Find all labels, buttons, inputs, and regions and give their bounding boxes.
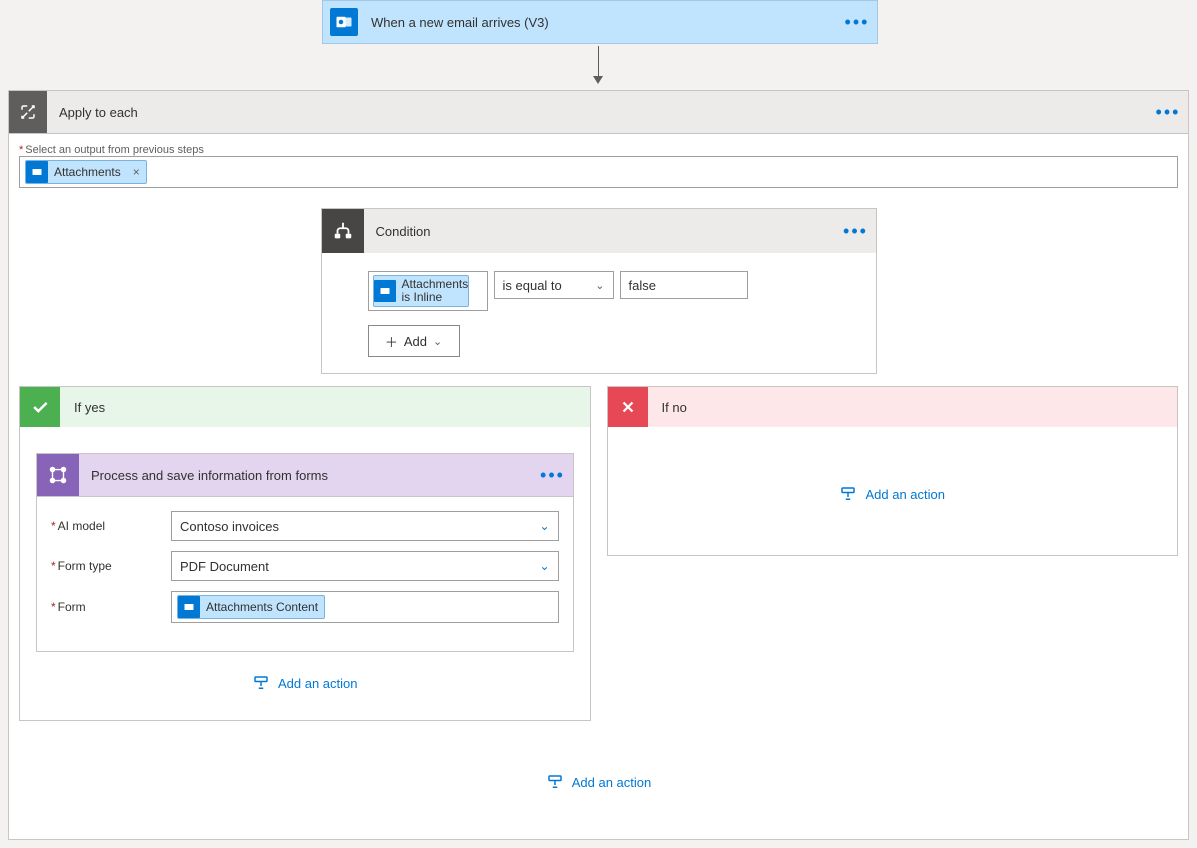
apply-to-each-menu-button[interactable]: ••• [1148, 102, 1188, 123]
chevron-down-icon: ⌄ [595, 279, 604, 292]
form-label: *Form [51, 600, 171, 614]
loop-icon [9, 91, 47, 133]
form-type-select[interactable]: PDF Document ⌄ [171, 551, 559, 581]
apply-to-each-body: *Select an output from previous steps At… [8, 134, 1189, 840]
close-icon [608, 387, 648, 427]
ai-builder-icon [37, 454, 79, 496]
condition-add-button[interactable]: ＋ Add ⌄ [368, 325, 460, 357]
check-icon [20, 387, 60, 427]
chevron-down-icon: ⌄ [539, 519, 549, 533]
if-yes-title: If yes [60, 400, 105, 415]
apply-to-each-add-action-button[interactable]: Add an action [19, 761, 1178, 803]
chevron-down-icon: ⌄ [433, 335, 442, 348]
condition-card: Condition ••• Attachments is Inline [321, 208, 877, 374]
trigger-title: When a new email arrives (V3) [365, 15, 837, 30]
plus-icon: ＋ [385, 332, 398, 351]
process-forms-card: Process and save information from forms … [36, 453, 574, 652]
form-type-label: *Form type [51, 559, 171, 573]
select-output-label: *Select an output from previous steps [19, 144, 1178, 156]
if-no-add-action-button[interactable]: Add an action [624, 473, 1162, 515]
attachments-token[interactable]: Attachments × [25, 160, 147, 184]
ai-model-select[interactable]: Contoso invoices ⌄ [171, 511, 559, 541]
chevron-down-icon: ⌄ [539, 559, 549, 573]
if-yes-header: If yes [20, 387, 590, 427]
if-no-title: If no [648, 400, 687, 415]
token-text: Attachments Content [206, 600, 324, 614]
condition-menu-button[interactable]: ••• [836, 221, 876, 242]
trigger-card[interactable]: When a new email arrives (V3) ••• [322, 0, 878, 44]
outlook-icon [178, 596, 200, 618]
process-forms-title: Process and save information from forms [79, 468, 533, 483]
add-action-icon [839, 485, 857, 503]
condition-value-input[interactable]: false [620, 271, 748, 299]
form-input[interactable]: Attachments Content [171, 591, 559, 623]
process-forms-menu-button[interactable]: ••• [533, 465, 573, 486]
if-yes-add-action-button[interactable]: Add an action [36, 662, 574, 704]
add-action-icon [252, 674, 270, 692]
process-forms-header[interactable]: Process and save information from forms … [37, 454, 573, 496]
token-remove-button[interactable]: × [127, 165, 146, 179]
if-no-branch: If no Add an action [607, 386, 1179, 556]
condition-icon [322, 220, 364, 242]
apply-to-each-header[interactable]: Apply to each ••• [8, 90, 1189, 134]
add-action-icon [546, 773, 564, 791]
outlook-icon [26, 161, 48, 183]
inline-token[interactable]: Attachments is Inline [373, 275, 470, 307]
condition-title: Condition [376, 224, 836, 239]
select-output-input[interactable]: Attachments × [19, 156, 1178, 188]
if-no-header: If no [608, 387, 1178, 427]
condition-left-operand[interactable]: Attachments is Inline [368, 271, 488, 311]
condition-operator-select[interactable]: is equal to ⌄ [494, 271, 614, 299]
arrow-icon [597, 46, 599, 82]
ai-model-label: *AI model [51, 519, 171, 533]
token-text: Attachments is Inline [402, 278, 469, 304]
outlook-icon [374, 280, 396, 302]
outlook-icon [323, 1, 365, 43]
apply-to-each-title: Apply to each [47, 105, 1148, 120]
required-marker: * [19, 144, 23, 156]
attachments-content-token[interactable]: Attachments Content [177, 595, 325, 619]
condition-body: Attachments is Inline is equal to ⌄ fals… [322, 253, 876, 373]
condition-header[interactable]: Condition ••• [322, 209, 876, 253]
token-text: Attachments [54, 165, 127, 179]
trigger-menu-button[interactable]: ••• [837, 12, 877, 33]
if-yes-branch: If yes Process and save [19, 386, 591, 721]
